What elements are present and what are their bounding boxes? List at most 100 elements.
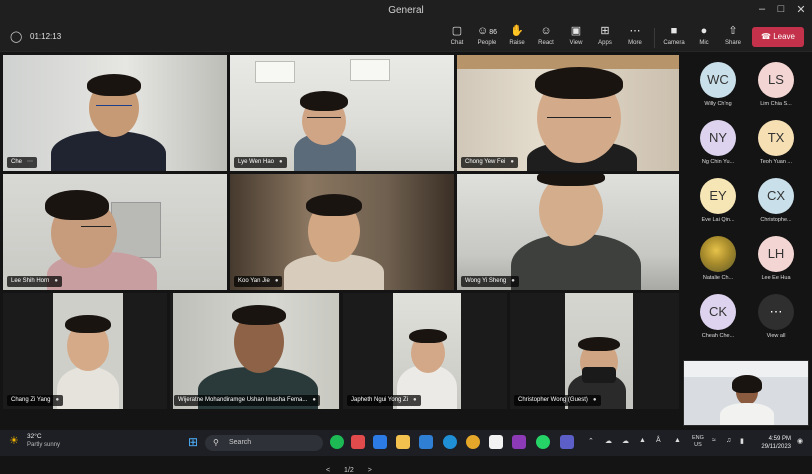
video-tile[interactable]: Christopher Wong (Guest) ● [509, 292, 680, 410]
mic-icon: ● [700, 25, 708, 37]
pager-next-icon[interactable]: > [368, 467, 372, 474]
avatar: LS [758, 62, 794, 98]
participant-name: Lee Shih Horn ● [7, 276, 62, 287]
chrome-icon[interactable] [466, 435, 480, 449]
gallery-pager: < 1/2 > [320, 467, 378, 474]
headset-icon[interactable]: ▲ [674, 437, 681, 444]
video-tile[interactable]: Che ⋯ [2, 54, 228, 172]
participant-name: Christopher Wong (Guest) ● [514, 395, 601, 406]
chat-button[interactable]: ▢ Chat [442, 25, 472, 51]
chat-icon: ▢ [451, 25, 463, 37]
face-mask [582, 367, 616, 383]
raise-hand-button[interactable]: ✋ Raise [502, 25, 532, 51]
file-explorer-icon[interactable] [396, 435, 410, 449]
more-icon: ⋯ [629, 25, 641, 37]
mic-icon: ● [274, 278, 279, 284]
mic-icon: ● [511, 278, 515, 284]
notion-icon[interactable] [489, 435, 503, 449]
participant-name: Cheah Che... [701, 333, 735, 339]
view-button[interactable]: ▣ View [561, 25, 591, 51]
maximize-icon[interactable]: □ [773, 3, 789, 15]
pager-prev-icon[interactable]: < [326, 467, 330, 474]
chevron-up-icon[interactable]: ⌃ [588, 437, 594, 445]
onenote-icon[interactable] [512, 435, 526, 449]
participant-avatar-tile[interactable]: NY Ng Chin Yu... [688, 120, 748, 172]
title-bar: General – □ ✕ [0, 0, 812, 22]
participant-avatar-tile[interactable]: EY Eve Lai Qin... [688, 178, 748, 230]
air-conditioner [111, 202, 161, 258]
cloud-icon[interactable]: ☁ [605, 437, 612, 445]
view-all-label: View all [766, 333, 786, 339]
participant-avatar-tile[interactable]: LH Lee Ee Hua [746, 236, 806, 288]
participant-avatar-tile[interactable]: TX Teoh Yuan ... [746, 120, 806, 172]
participant-name: Eve Lai Qin... [701, 217, 735, 223]
participant-name: Teoh Yuan ... [759, 159, 792, 165]
edge-icon[interactable] [443, 435, 457, 449]
video-tile[interactable]: Lye Wen Hao ● [229, 54, 455, 172]
pager-text: 1/2 [344, 467, 354, 474]
app-icon[interactable] [351, 435, 365, 449]
video-tile[interactable]: Chong Yew Fei ● [456, 54, 680, 172]
apps-button[interactable]: ⊞ Apps [590, 25, 620, 51]
share-icon: ⇧ [728, 25, 738, 37]
participant-name: Natalie Ch... [702, 275, 734, 281]
notification-bell-icon[interactable]: ◉ [797, 437, 803, 445]
mic-icon: ● [54, 278, 58, 284]
mic-icon: ● [55, 397, 60, 403]
language-indicator[interactable]: ENG US [692, 435, 704, 449]
participant-name: Japheth Ngui Yong Zi ● [347, 395, 421, 406]
volume-icon[interactable]: ♫ [726, 437, 731, 444]
more-icon: ⋯ [758, 294, 794, 330]
windows-start-icon[interactable]: ⊞ [186, 435, 200, 449]
participant-avatar-tile[interactable]: CX Christophe... [746, 178, 806, 230]
more-button[interactable]: ⋯ More [620, 25, 650, 51]
meeting-timer: 01:12:13 [30, 32, 62, 41]
participant-avatar-tile[interactable]: Natalie Ch... [688, 236, 748, 288]
teams-icon[interactable] [560, 435, 574, 449]
avatar: CX [758, 178, 794, 214]
react-icon: ☺ [540, 25, 552, 37]
meeting-toolbar: ◯ 01:12:13 ▢ Chat ☺86 People ✋ Raise ☺ R… [0, 22, 812, 52]
camera-icon: ■ [670, 25, 678, 37]
wifi-icon[interactable]: ≈ [712, 437, 716, 444]
self-view-video[interactable] [683, 360, 809, 426]
video-tile[interactable]: Koo Yan Jie ● [229, 173, 455, 291]
raise-hand-icon: ✋ [510, 25, 524, 37]
participant-avatar-tile[interactable]: LS Lim Chia S... [746, 62, 806, 114]
battery-icon[interactable]: ▮ [740, 437, 744, 445]
video-tile[interactable]: Lee Shih Horn ● [2, 173, 228, 291]
taskbar-clock[interactable]: 4:59 PM 29/11/2023 [757, 435, 791, 451]
avatar: EY [700, 178, 736, 214]
mail-icon[interactable] [419, 435, 433, 449]
vscode-icon[interactable] [373, 435, 387, 449]
react-button[interactable]: ☺ React [531, 25, 561, 51]
mic-button[interactable]: ● Mic [689, 25, 719, 51]
mic-icon: ● [413, 397, 417, 403]
close-icon[interactable]: ✕ [793, 3, 809, 16]
participant-avatar-tile[interactable]: WC Willy Ch'ng [688, 62, 748, 114]
people-button[interactable]: ☺86 People [472, 25, 502, 51]
leave-button[interactable]: ☎ Leave [752, 27, 804, 47]
participant-name: Lim Chia S... [760, 101, 792, 107]
video-tile[interactable]: Japheth Ngui Yong Zi ● [342, 292, 508, 410]
spotify-icon[interactable] [330, 435, 344, 449]
view-all-button[interactable]: ⋯ View all [746, 294, 806, 346]
minimize-icon[interactable]: – [754, 3, 770, 15]
participant-name: Che ⋯ [7, 157, 38, 168]
video-tile[interactable]: Wong Yi Sheng ● [456, 173, 680, 291]
more-icon: ⋯ [27, 159, 34, 165]
taskbar-search[interactable]: ⚲ Search [205, 435, 323, 451]
whatsapp-icon[interactable] [536, 435, 550, 449]
participant-name: Christophe... [760, 217, 792, 223]
cloud-icon[interactable]: ☁ [622, 437, 629, 445]
security-icon[interactable]: ▲ [639, 437, 646, 444]
camera-button[interactable]: ■ Camera [659, 25, 689, 51]
share-button[interactable]: ⇧ Share [718, 25, 748, 51]
video-tile[interactable]: Wijeratne Mohandiramge Ushan Imasha Fema… [169, 292, 341, 410]
video-tile[interactable]: Chang Zi Yang ● [2, 292, 168, 410]
bluetooth-icon[interactable]: Å [656, 437, 661, 444]
participant-avatar-tile[interactable]: CK Cheah Che... [688, 294, 748, 346]
apps-icon: ⊞ [600, 25, 610, 37]
avatar: LH [758, 236, 794, 272]
weather-icon[interactable]: ☀ [9, 434, 19, 447]
